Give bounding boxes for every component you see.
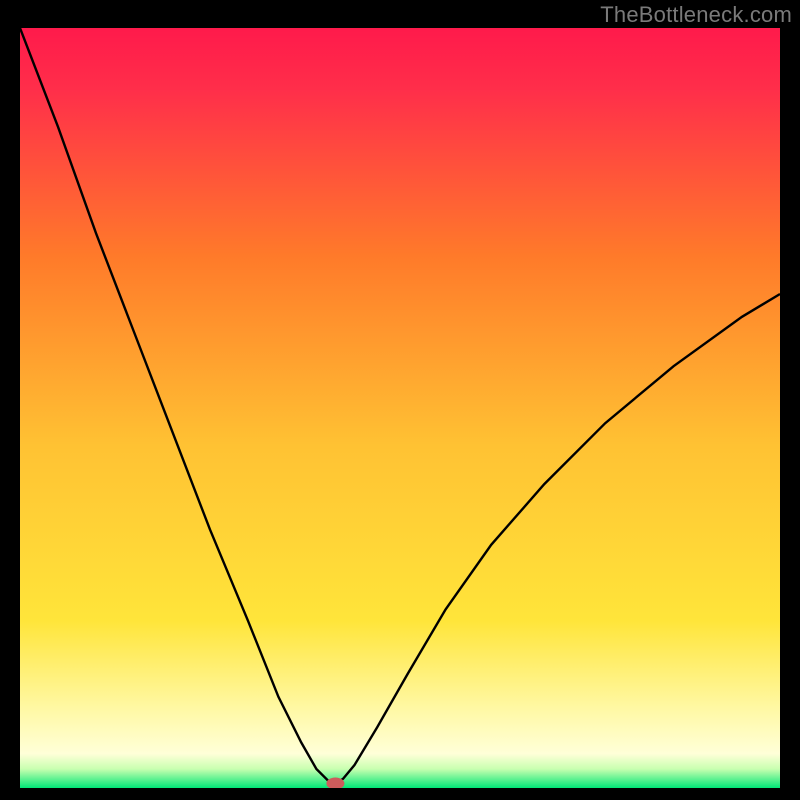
bottleneck-chart: [20, 28, 780, 788]
gradient-background: [20, 28, 780, 788]
watermark-text: TheBottleneck.com: [600, 2, 792, 28]
chart-frame: [20, 28, 780, 788]
